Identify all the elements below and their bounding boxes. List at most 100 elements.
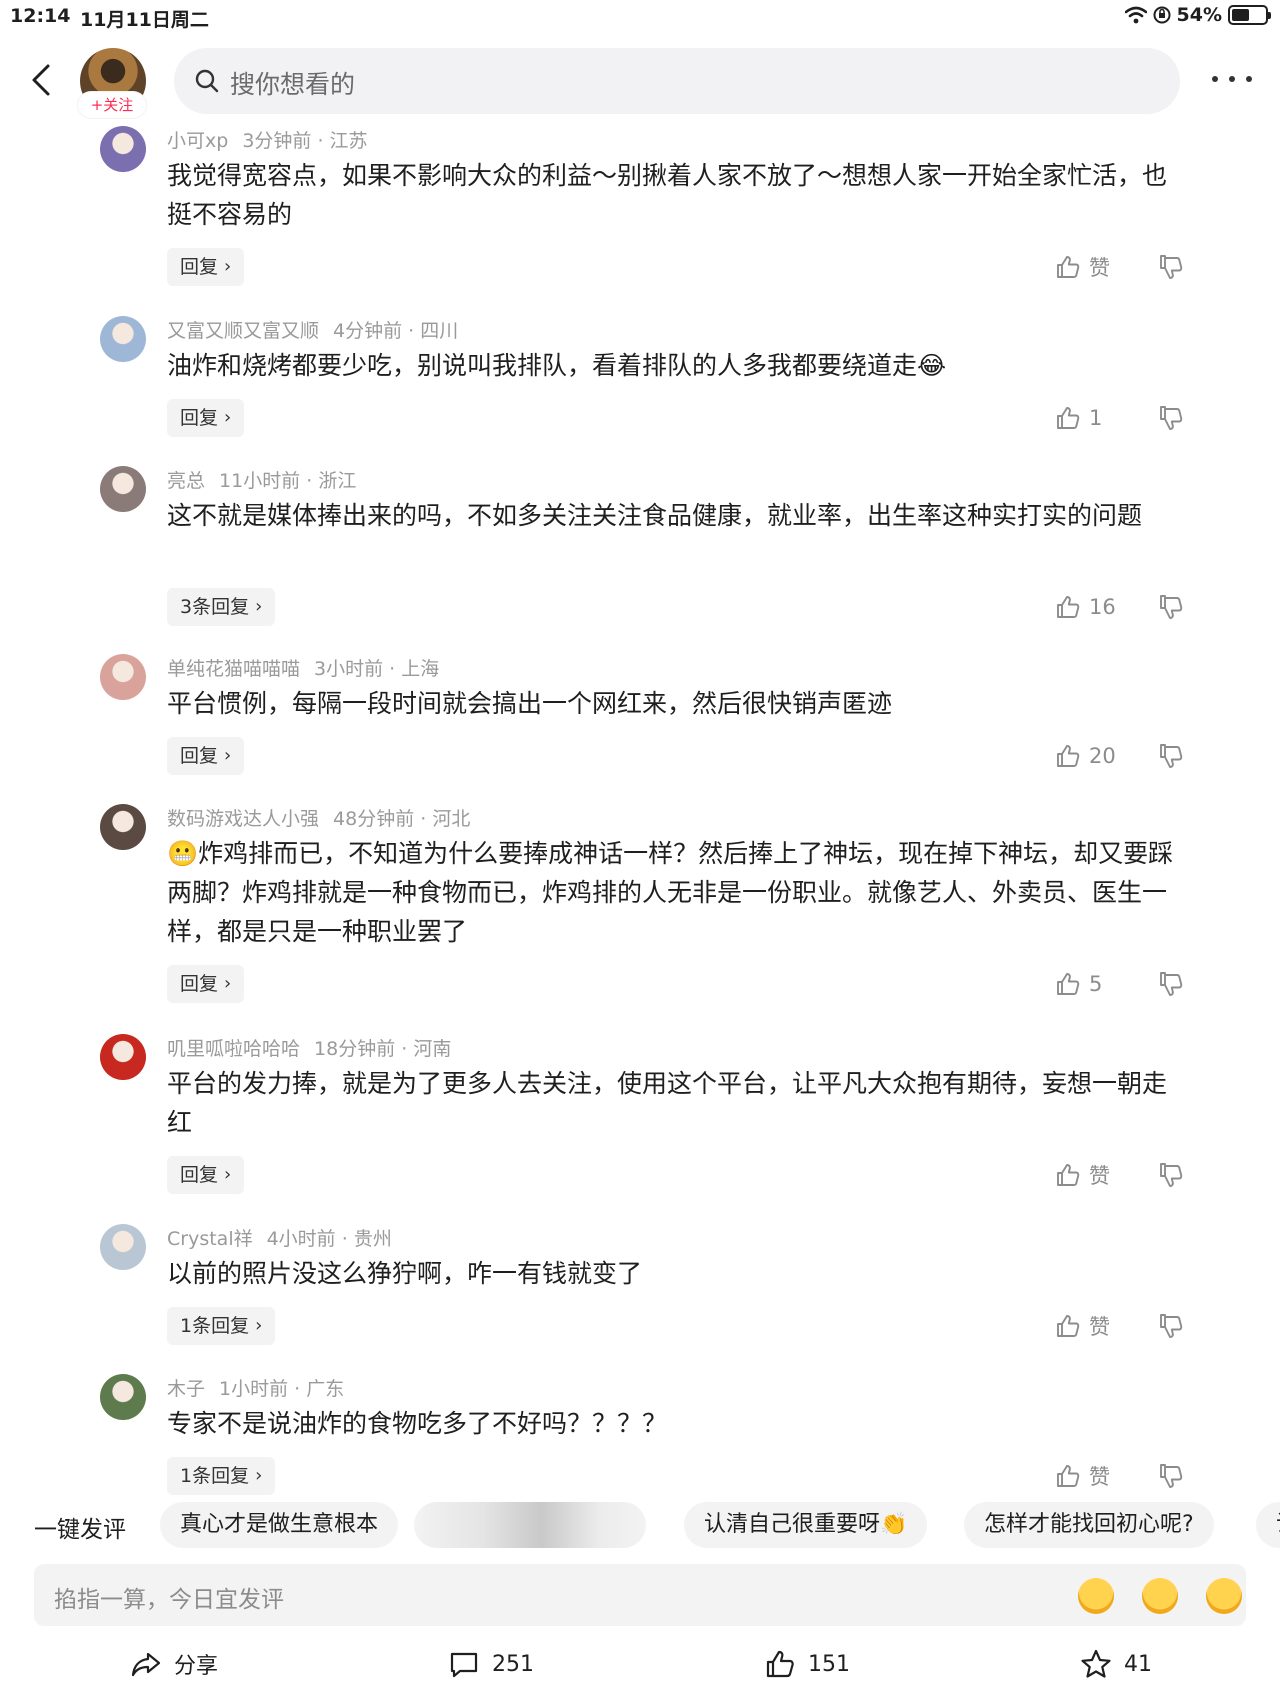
more-options-icon[interactable] [1212,64,1252,94]
search-bar[interactable]: 搜你想看的 [174,48,1180,114]
comment-like-button[interactable]: 1 [1055,399,1102,437]
comment-meta: 叽里呱啦哈哈哈 18分钟前 · 河南 [167,1038,452,1060]
thumbs-down-icon[interactable] [1157,1312,1185,1340]
status-bar: 12:14 11月11日周二 54% [0,0,1280,34]
thumbs-up-icon [1057,407,1080,429]
comment-location: 浙江 [318,470,357,492]
comment-like-count: 5 [1089,972,1103,996]
bottom-action-bar: 分享 251 151 41 [0,1640,1280,1690]
commenter-name[interactable]: 又富又顺又富又顺 [167,320,319,342]
reply-button[interactable]: 回复 › [167,965,245,1003]
reply-button[interactable]: 1条回复 › [167,1307,276,1345]
comments-button[interactable]: 251 [448,1648,534,1680]
comment-text[interactable]: 😬炸鸡排而已，不知道为什么要捧成神话一样？然后捧上了神坛，现在掉下神坛，却又要踩… [167,834,1187,951]
comment-meta: Crystal祥 4小时前 · 贵州 [167,1228,392,1250]
comment-like-button[interactable]: 5 [1055,965,1102,1003]
commenter-name[interactable]: 叽里呱啦哈哈哈 [167,1038,300,1060]
thumbs-down-icon[interactable] [1157,970,1185,998]
reply-button[interactable]: 3条回复 › [167,588,276,626]
reply-label: 回复 [180,745,219,767]
thumbs-down-icon[interactable] [1157,1161,1185,1189]
comment-like-count: 赞 [1089,256,1110,280]
back-arrow-icon[interactable] [22,58,62,102]
quick-reply-chip-blurred[interactable] [414,1502,646,1548]
commenter-name[interactable]: 数码游戏达人小强 [167,808,319,830]
comment-like-count: 赞 [1089,1465,1110,1489]
comment-location: 贵州 [353,1228,392,1250]
comment-meta: 小可xp 3分钟前 · 江苏 [167,130,368,152]
commenter-avatar[interactable] [100,654,146,700]
comment-like-button[interactable]: 赞 [1055,1457,1110,1495]
comment-like-button[interactable]: 赞 [1055,1307,1110,1345]
quick-reply-bar: 一键发评 真心才是做生意根本 认清自己很重要呀👏 怎样才能找回初心呢? 试 [0,1500,1280,1552]
comments-count: 251 [492,1651,534,1677]
commenter-name[interactable]: 木子 [167,1378,205,1400]
commenter-name[interactable]: Crystal祥 [167,1228,253,1250]
comment-location: 上海 [401,658,440,680]
grinning-emoji-icon[interactable] [1206,1578,1242,1614]
commenter-avatar[interactable] [100,1034,146,1080]
follow-button[interactable]: +关注 [78,92,146,118]
reply-button[interactable]: 回复 › [167,737,245,775]
share-button[interactable]: 分享 [130,1648,218,1680]
share-icon [131,1652,161,1677]
star-icon [1081,1649,1111,1678]
comment-like-button[interactable]: 16 [1055,588,1116,626]
search-placeholder: 搜你想看的 [230,70,356,99]
laughing-emoji-icon[interactable] [1078,1578,1114,1614]
comment-text[interactable]: 以前的照片没这么狰狞啊，咋一有钱就变了 [167,1254,1187,1293]
reply-button[interactable]: 回复 › [167,248,245,286]
comment-like-button[interactable]: 赞 [1055,248,1110,286]
commenter-name[interactable]: 亮总 [167,470,205,492]
comment-time: 3小时前 [314,658,384,680]
commenter-avatar[interactable] [100,466,146,512]
comment-meta: 木子 1小时前 · 广东 [167,1378,345,1400]
comment-text[interactable]: 平台惯例，每隔一段时间就会搞出一个网红来，然后很快销声匿迹 [167,684,1187,723]
quick-reply-chip[interactable]: 试 [1256,1502,1280,1548]
reply-button[interactable]: 回复 › [167,399,245,437]
comment-text[interactable]: 专家不是说油炸的食物吃多了不好吗？？？？ [167,1404,1187,1443]
comment-like-count: 16 [1089,595,1116,619]
heart-eyes-emoji-icon[interactable] [1142,1578,1178,1614]
thumbs-down-icon[interactable] [1157,593,1185,621]
date: 11月11日周二 [80,9,209,31]
comment-text[interactable]: 我觉得宽容点，如果不影响大众的利益～别揪着人家不放了～想想人家一开始全家忙活，也… [167,156,1187,234]
commenter-avatar[interactable] [100,126,146,172]
comment-like-count: 20 [1089,744,1116,768]
orientation-lock-icon [1153,6,1171,24]
thumbs-down-icon[interactable] [1157,742,1185,770]
commenter-name[interactable]: 小可xp [167,130,228,152]
chevron-right-icon: › [224,973,232,994]
commenter-avatar[interactable] [100,1374,146,1420]
thumbs-up-icon [1057,256,1080,278]
comment-input-placeholder: 掐指一算，今日宜发评 [54,1587,284,1613]
commenter-avatar[interactable] [100,804,146,850]
comment-location: 江苏 [329,130,368,152]
thumbs-down-icon[interactable] [1157,1462,1185,1490]
comment-like-button[interactable]: 赞 [1055,1156,1110,1194]
comment-text[interactable]: 平台的发力捧，就是为了更多人去关注，使用这个平台，让平凡大众抱有期待，妄想一朝走… [167,1064,1187,1142]
reply-button[interactable]: 回复 › [167,1156,245,1194]
battery-icon [1228,5,1271,25]
favorite-button[interactable]: 41 [1080,1648,1152,1680]
comment-text[interactable]: 这不就是媒体捧出来的吗，不如多关注关注食品健康，就业率，出生率这种实打实的问题 [167,496,1187,535]
commenter-avatar[interactable] [100,1224,146,1270]
comment-input[interactable]: 掐指一算，今日宜发评 [34,1564,1246,1626]
quick-reply-chip[interactable]: 真心才是做生意根本 [160,1502,399,1548]
comment-location: 河北 [432,808,471,830]
thumbs-down-icon[interactable] [1157,404,1185,432]
like-button[interactable]: 151 [764,1648,850,1680]
commenter-avatar[interactable] [100,316,146,362]
reply-label: 1条回复 [180,1315,250,1337]
thumbs-down-icon[interactable] [1157,253,1185,281]
search-icon [195,69,219,93]
reply-label: 回复 [180,407,219,429]
comment-like-button[interactable]: 20 [1055,737,1116,775]
reply-button[interactable]: 1条回复 › [167,1457,276,1495]
quick-reply-chip[interactable]: 怎样才能找回初心呢? [964,1502,1214,1548]
thumbs-up-icon [1057,973,1080,995]
commenter-name[interactable]: 单纯花猫喵喵喵 [167,658,300,680]
comment-text[interactable]: 油炸和烧烤都要少吃，别说叫我排队，看着排队的人多我都要绕道走😂 [167,346,1187,385]
chevron-right-icon: › [224,745,232,766]
quick-reply-chip[interactable]: 认清自己很重要呀👏 [684,1502,928,1548]
